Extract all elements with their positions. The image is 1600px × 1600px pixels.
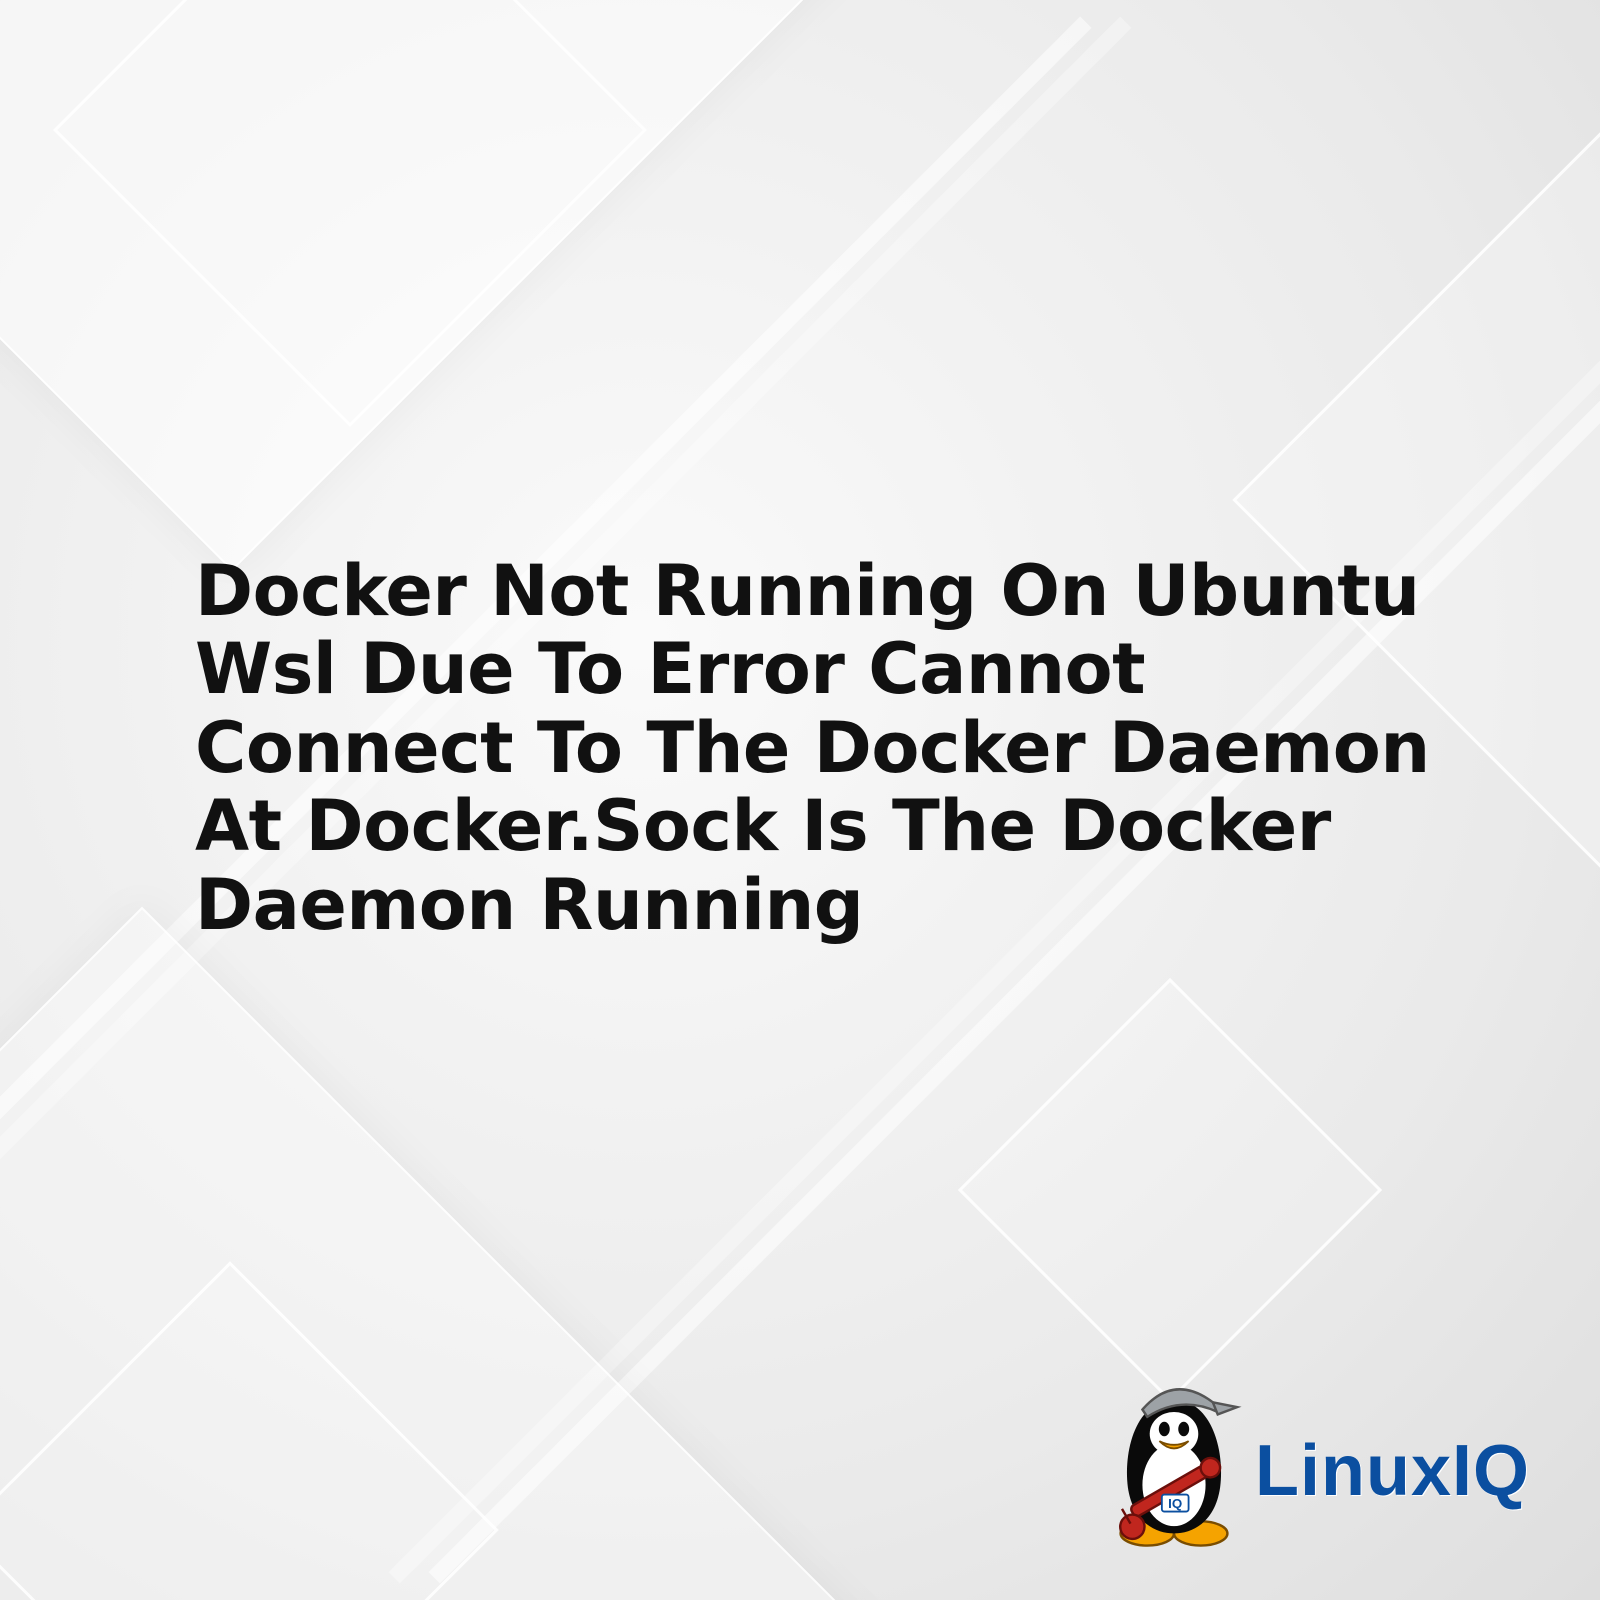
site-name: LinuxIQ xyxy=(1255,1430,1530,1512)
article-title: Docker Not Running On Ubuntu Wsl Due To … xyxy=(195,552,1445,944)
bg-diamond xyxy=(958,978,1382,1402)
site-watermark: IQ LinuxIQ xyxy=(1099,1378,1530,1548)
tux-mascot-icon: IQ xyxy=(1099,1378,1249,1548)
svg-text:IQ: IQ xyxy=(1168,1496,1182,1511)
bg-diamond xyxy=(0,1261,499,1600)
bg-diamond xyxy=(53,0,647,427)
